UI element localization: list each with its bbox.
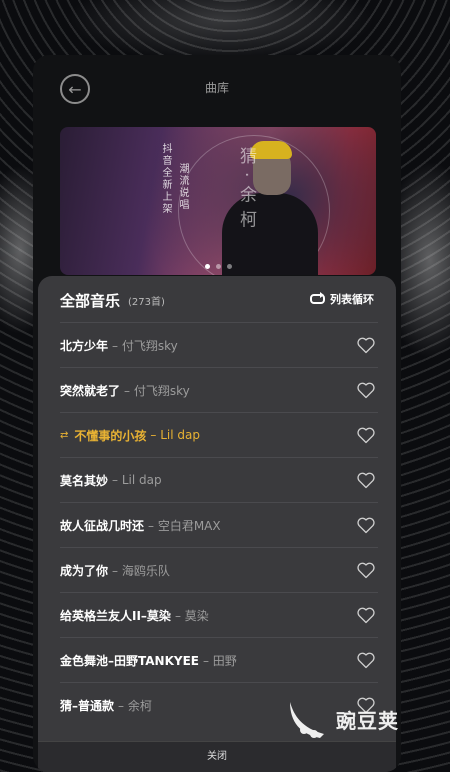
song-artist: – 付飞翔sky bbox=[124, 383, 190, 398]
carousel-dot[interactable] bbox=[204, 264, 210, 269]
banner-carousel[interactable]: 抖音全新上架 潮流说唱 猜·余柯 bbox=[60, 127, 376, 275]
close-button[interactable]: 关闭 bbox=[38, 741, 396, 772]
song-title: 猜–普通款 bbox=[60, 698, 115, 713]
watermark: 豌豆荚 bbox=[284, 696, 399, 742]
song-artist: – 付飞翔sky bbox=[112, 338, 178, 353]
carousel-dot[interactable] bbox=[215, 264, 221, 269]
banner-subtitle-1: 抖音全新上架 bbox=[160, 143, 171, 215]
carousel-indicator bbox=[60, 264, 376, 269]
song-title: 成为了你 bbox=[60, 563, 109, 578]
pea-pod-logo-icon bbox=[290, 702, 324, 738]
song-title: 突然就老了 bbox=[60, 383, 121, 398]
song-title: 不懂事的小孩 bbox=[74, 428, 147, 443]
heart-icon[interactable] bbox=[356, 560, 376, 580]
playlist-title: 全部音乐 bbox=[60, 292, 121, 310]
heart-icon[interactable] bbox=[356, 380, 376, 400]
song-row[interactable]: ⇄ 不懂事的小孩 – Lil dap bbox=[60, 412, 378, 457]
song-artist: – 空白君MAX bbox=[148, 518, 221, 533]
song-artist: – 莫染 bbox=[174, 608, 209, 623]
song-artist: – 海鸥乐队 bbox=[112, 563, 170, 578]
play-mode-label: 列表循环 bbox=[330, 293, 374, 306]
song-list: 北方少年 – 付飞翔sky 突然就老了 – 付飞翔sky ⇄ 不懂事的小孩 – Lil da… bbox=[60, 322, 378, 727]
now-playing-icon: ⇄ bbox=[60, 429, 69, 441]
heart-icon[interactable] bbox=[356, 425, 376, 445]
song-title: 金色舞池–田野TANKYEE bbox=[60, 653, 199, 668]
banner-title: 猜·余柯 bbox=[236, 147, 256, 236]
song-row[interactable]: 突然就老了 – 付飞翔sky bbox=[60, 367, 378, 412]
song-row[interactable]: 给英格兰友人II–莫染 – 莫染 bbox=[60, 592, 378, 637]
song-row[interactable]: 金色舞池–田野TANKYEE – 田野 bbox=[60, 637, 378, 682]
song-row[interactable]: 成为了你 – 海鸥乐队 bbox=[60, 547, 378, 592]
song-artist: – 余柯 bbox=[118, 698, 152, 713]
heart-icon[interactable] bbox=[356, 470, 376, 490]
playlist-count: (273首) bbox=[128, 297, 165, 308]
repeat-icon bbox=[310, 292, 325, 304]
song-artist: – 田野 bbox=[202, 653, 237, 668]
song-row[interactable]: 北方少年 – 付飞翔sky bbox=[60, 322, 378, 367]
song-artist: – Lil dap bbox=[112, 473, 162, 487]
heart-icon[interactable] bbox=[356, 650, 376, 670]
playlist-header: 全部音乐 (273首) 列表循环 bbox=[38, 276, 396, 322]
heart-icon[interactable] bbox=[356, 515, 376, 535]
banner-subtitle-2: 潮流说唱 bbox=[177, 163, 188, 211]
song-title: 故人征战几时还 bbox=[60, 518, 145, 533]
song-title: 给英格兰友人II–莫染 bbox=[60, 608, 171, 623]
song-row[interactable]: 莫名其妙 – Lil dap bbox=[60, 457, 378, 502]
song-title: 莫名其妙 bbox=[60, 473, 109, 488]
heart-icon[interactable] bbox=[356, 335, 376, 355]
watermark-text: 豌豆荚 bbox=[336, 708, 399, 733]
page-title: 曲库 bbox=[204, 81, 229, 95]
play-mode-toggle[interactable]: 列表循环 bbox=[310, 291, 374, 307]
heart-icon[interactable] bbox=[356, 605, 376, 625]
song-row[interactable]: 故人征战几时还 – 空白君MAX bbox=[60, 502, 378, 547]
app-screen: ← 曲库 抖音全新上架 潮流说唱 猜·余柯 全部音乐 (273首) 列表循环 北… bbox=[33, 55, 401, 772]
song-artist: – Lil dap bbox=[150, 428, 200, 442]
carousel-dot[interactable] bbox=[226, 264, 232, 269]
song-title: 北方少年 bbox=[60, 338, 109, 353]
top-bar: ← 曲库 bbox=[33, 55, 401, 127]
